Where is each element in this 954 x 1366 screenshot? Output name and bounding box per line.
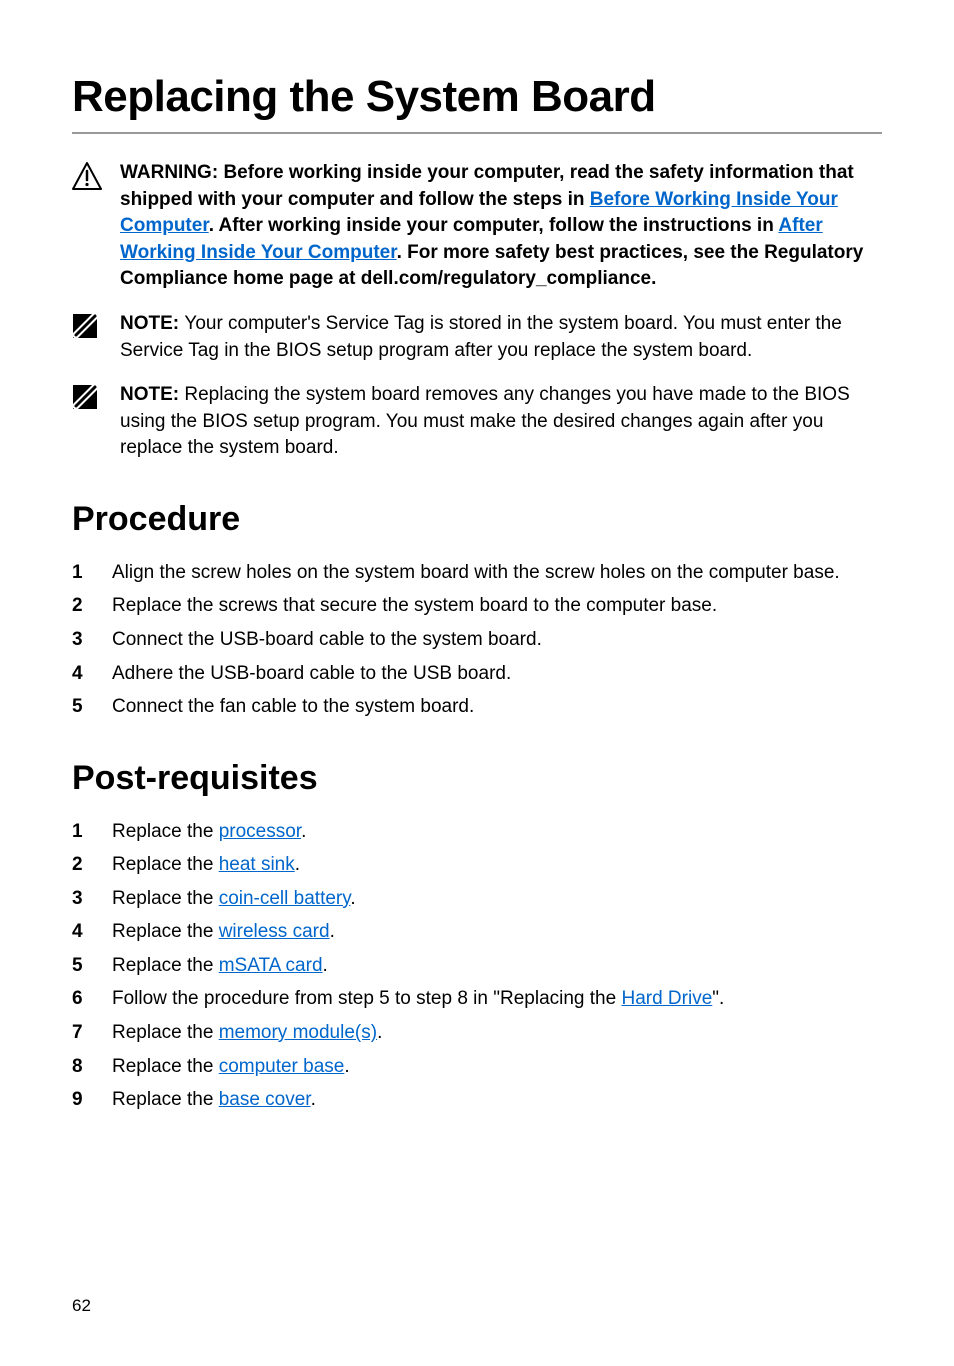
link-heat-sink[interactable]: heat sink (219, 854, 295, 875)
link-base-cover[interactable]: base cover (219, 1089, 311, 1110)
note-callout-2: NOTE: Replacing the system board removes… (72, 382, 882, 462)
note-text-1: NOTE: Your computer's Service Tag is sto… (120, 311, 882, 364)
note-text-2: NOTE: Replacing the system board removes… (120, 382, 882, 462)
page-number: 62 (72, 1296, 91, 1316)
procedure-heading: Procedure (72, 500, 882, 539)
note-icon (72, 382, 120, 410)
link-hard-drive[interactable]: Hard Drive (621, 988, 712, 1009)
page-title: Replacing the System Board (72, 72, 882, 134)
link-memory-modules[interactable]: memory module(s) (219, 1022, 377, 1043)
list-item: Replace the mSATA card. (72, 952, 882, 980)
link-computer-base[interactable]: computer base (219, 1056, 345, 1077)
list-item: Replace the processor. (72, 818, 882, 846)
list-item: Replace the base cover. (72, 1086, 882, 1114)
link-wireless-card[interactable]: wireless card (219, 921, 330, 942)
list-item: Follow the procedure from step 5 to step… (72, 985, 882, 1013)
procedure-list: Align the screw holes on the system boar… (72, 559, 882, 721)
note-icon (72, 311, 120, 339)
list-item: Adhere the USB-board cable to the USB bo… (72, 660, 882, 688)
postreq-list: Replace the processor. Replace the heat … (72, 818, 882, 1114)
list-item: Connect the USB-board cable to the syste… (72, 626, 882, 654)
warning-text: WARNING: Before working inside your comp… (120, 160, 882, 293)
link-processor[interactable]: processor (219, 821, 301, 842)
list-item: Replace the heat sink. (72, 851, 882, 879)
list-item: Replace the screws that secure the syste… (72, 592, 882, 620)
list-item: Replace the memory module(s). (72, 1019, 882, 1047)
postreq-heading: Post-requisites (72, 759, 882, 798)
note-callout-1: NOTE: Your computer's Service Tag is sto… (72, 311, 882, 364)
link-coin-cell[interactable]: coin-cell battery (219, 888, 351, 909)
warning-callout: WARNING: Before working inside your comp… (72, 160, 882, 293)
list-item: Replace the computer base. (72, 1053, 882, 1081)
list-item: Replace the coin-cell battery. (72, 885, 882, 913)
list-item: Connect the fan cable to the system boar… (72, 693, 882, 721)
list-item: Replace the wireless card. (72, 918, 882, 946)
link-msata-card[interactable]: mSATA card (219, 955, 323, 976)
list-item: Align the screw holes on the system boar… (72, 559, 882, 587)
warning-icon (72, 160, 120, 190)
